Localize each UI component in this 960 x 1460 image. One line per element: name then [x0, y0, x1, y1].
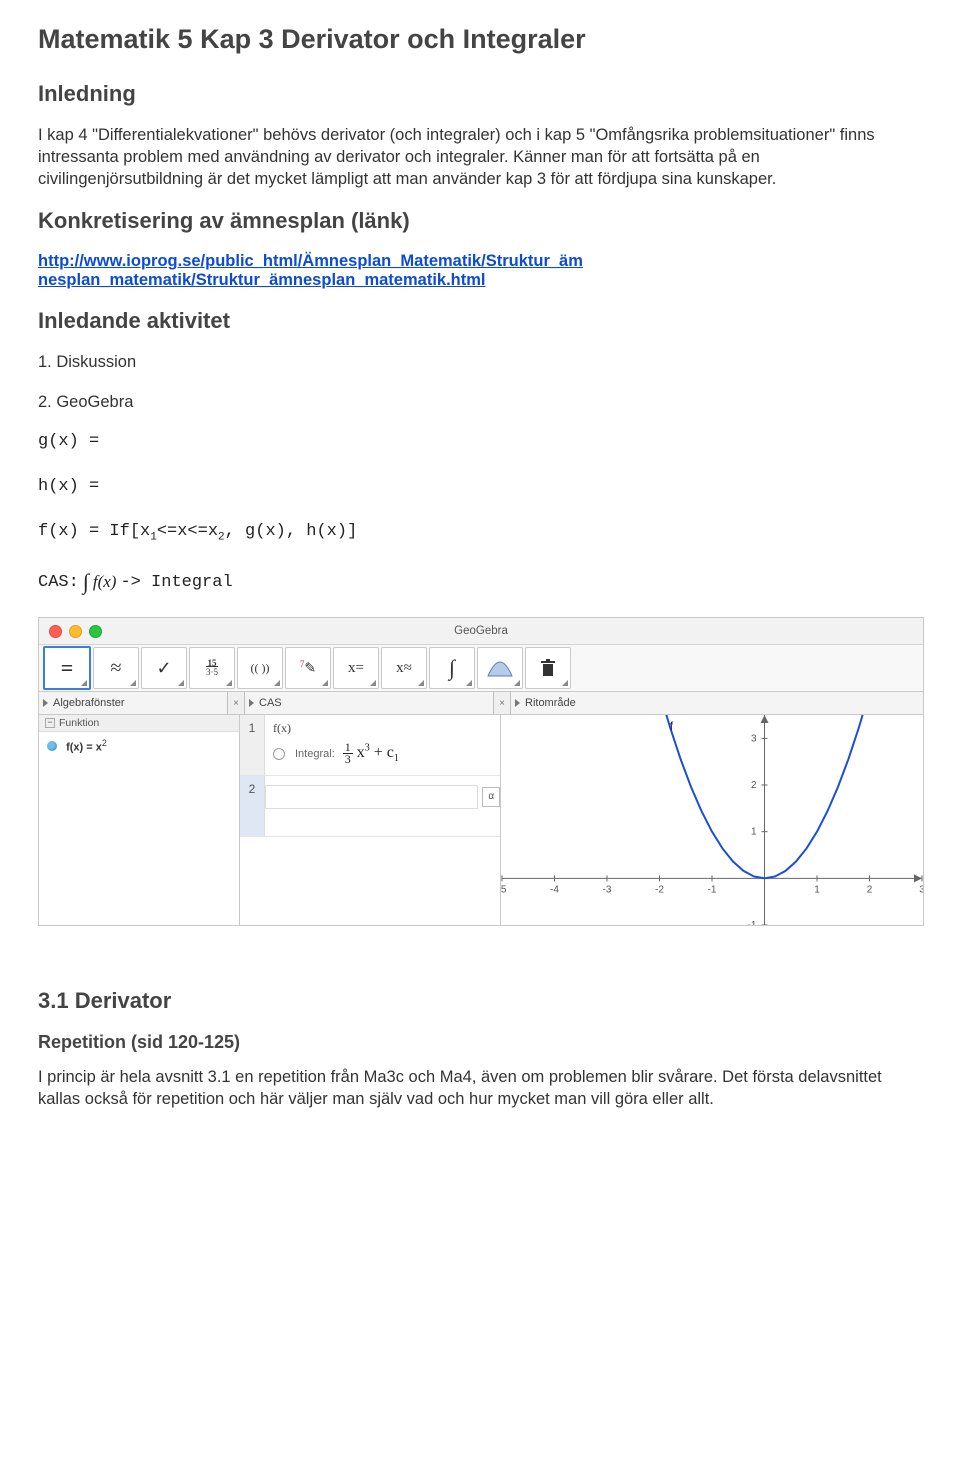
cas-row-number: 1	[240, 715, 265, 775]
svg-text:-5: -5	[501, 885, 507, 896]
close-cas-panel[interactable]: ×	[494, 692, 511, 714]
svg-text:-1: -1	[748, 920, 757, 925]
plot-canvas[interactable]: -5 -4 -3 -2 -1 1 2 3 -1 1 2 3	[501, 715, 923, 925]
tool-keep-input[interactable]: ✓	[141, 647, 187, 689]
svg-text:3: 3	[919, 885, 923, 896]
item-diskussion: 1. Diskussion	[38, 352, 922, 374]
chevron-right-icon	[515, 699, 520, 707]
page-title: Matematik 5 Kap 3 Derivator och Integral…	[38, 24, 922, 55]
tool-expand[interactable]: (( ))	[237, 647, 283, 689]
algebra-item[interactable]: f(x) = x2	[39, 732, 239, 760]
cas-output: Integral: 1 3 x3 + c1	[273, 742, 492, 765]
window-title: GeoGebra	[39, 625, 923, 637]
section-lead: Inledande aktivitet	[38, 308, 922, 334]
cas-output-toggle[interactable]	[273, 748, 285, 760]
svg-text:-1: -1	[708, 885, 717, 896]
section-intro: Inledning	[38, 81, 922, 107]
graphics-panel[interactable]: f -5 -4 -3 -2 -1 1 2 3 -1 1 2 3	[501, 715, 923, 925]
cas-row-2[interactable]: 2 α	[240, 776, 500, 837]
plan-link-line2: nesplan_matematik/Struktur_ämnesplan_mat…	[38, 271, 486, 289]
tool-substitute[interactable]: 7✎	[285, 647, 331, 689]
algebra-panel: −Funktion f(x) = x2	[39, 715, 240, 925]
svg-text:1: 1	[751, 827, 757, 838]
cas-row-1[interactable]: 1 f(x) Integral: 1 3 x3 + c1	[240, 715, 500, 776]
tool-approx[interactable]: ≈	[93, 647, 139, 689]
close-algebra-panel[interactable]: ×	[228, 692, 245, 714]
tool-probability[interactable]	[477, 647, 523, 689]
virtual-keyboard-button[interactable]: α	[482, 787, 500, 807]
tool-factor[interactable]: 153·5	[189, 647, 235, 689]
svg-text:-4: -4	[550, 885, 559, 896]
cas-panel: 1 f(x) Integral: 1 3 x3 + c1	[240, 715, 501, 925]
plan-link[interactable]: http://www.ioprog.se/public_html/Ämnespl…	[38, 252, 583, 289]
toolbar: = ≈ ✓ 153·5 (( )) 7✎ x= x≈	[39, 645, 923, 692]
svg-text:2: 2	[751, 780, 757, 791]
cas-line: CAS: ∫ f(x) -> Integral	[38, 569, 922, 595]
item-geogebra: 2. GeoGebra	[38, 392, 922, 414]
plot-function-label: f	[670, 719, 673, 733]
window-titlebar: GeoGebra	[39, 618, 923, 645]
section-3-1: 3.1 Derivator	[38, 988, 922, 1014]
tool-integral[interactable]: ∫	[429, 647, 475, 689]
geogebra-window: GeoGebra = ≈ ✓ 153·5 (( )) 7✎ x=	[38, 617, 924, 926]
cas-input-field[interactable]	[265, 785, 478, 809]
trash-icon	[540, 658, 556, 678]
code-f: f(x) = If[x1<=x<=x2, g(x), h(x)]	[38, 522, 922, 543]
tool-evaluate[interactable]: =	[43, 646, 91, 690]
chevron-right-icon	[249, 699, 254, 707]
plan-link-line1: http://www.ioprog.se/public_html/Ämnespl…	[38, 252, 583, 270]
code-h: h(x) =	[38, 477, 922, 496]
cas-row-number: 2	[240, 776, 265, 836]
tool-nsolve[interactable]: x≈	[381, 647, 427, 689]
chevron-right-icon	[43, 699, 48, 707]
cas-input-echo: f(x)	[273, 721, 492, 736]
tool-solve[interactable]: x=	[333, 647, 379, 689]
tab-graphics[interactable]: Ritområde	[511, 692, 923, 714]
object-visibility-toggle[interactable]	[47, 741, 57, 751]
algebra-category[interactable]: −Funktion	[39, 715, 239, 732]
repetition-heading: Repetition (sid 120-125)	[38, 1032, 922, 1053]
svg-text:-2: -2	[655, 885, 664, 896]
section-plan: Konkretisering av ämnesplan (länk)	[38, 208, 922, 234]
svg-text:1: 1	[814, 885, 820, 896]
tab-algebra[interactable]: Algebrafönster	[39, 692, 228, 714]
svg-text:2: 2	[867, 885, 873, 896]
intro-paragraph: I kap 4 "Differentialekvationer" behövs …	[38, 125, 922, 190]
tab-cas[interactable]: CAS	[245, 692, 494, 714]
svg-text:-3: -3	[603, 885, 612, 896]
code-g: g(x) =	[38, 432, 922, 451]
svg-text:3: 3	[751, 734, 757, 745]
repetition-paragraph: I princip är hela avsnitt 3.1 en repetit…	[38, 1067, 922, 1111]
panel-tabs: Algebrafönster × CAS × Ritområde	[39, 692, 923, 715]
tool-delete[interactable]	[525, 647, 571, 689]
